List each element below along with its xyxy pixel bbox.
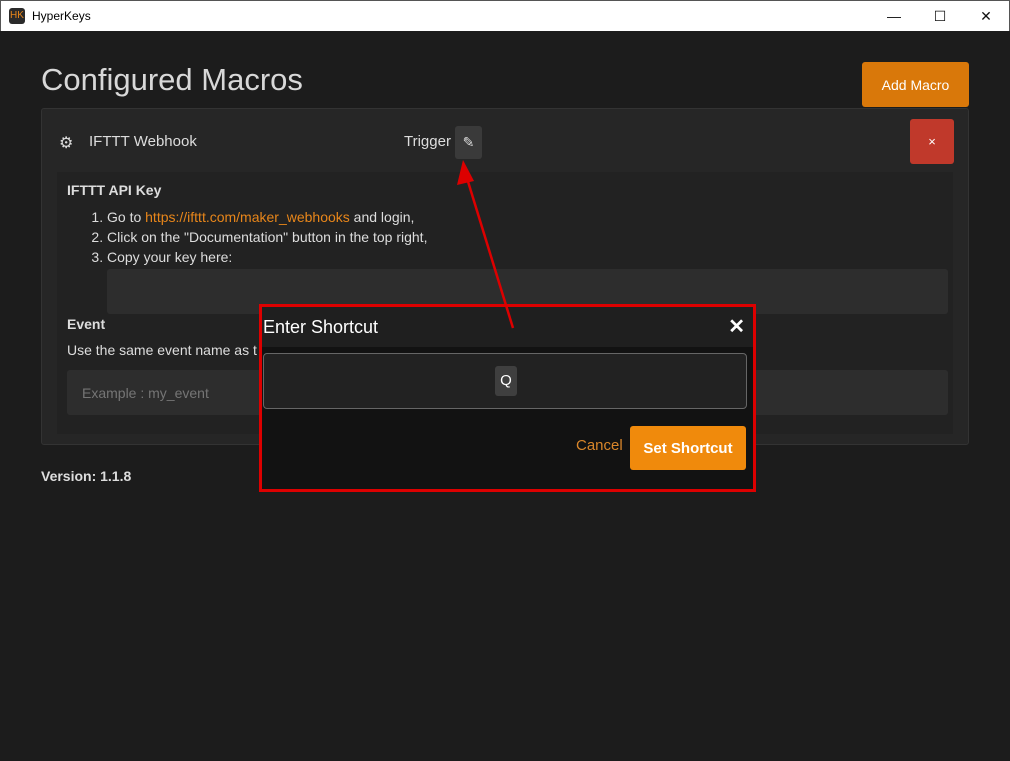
app-logo-icon: HK — [9, 8, 25, 24]
list-item: Click on the "Documentation" button in t… — [107, 227, 427, 247]
close-icon[interactable]: ✕ — [728, 314, 745, 339]
shortcut-input[interactable]: Q — [263, 353, 747, 409]
api-key-label: IFTTT API Key — [67, 182, 162, 198]
delete-macro-button[interactable]: × — [910, 119, 954, 164]
maximize-button[interactable]: ☐ — [917, 8, 963, 25]
set-shortcut-button[interactable]: Set Shortcut — [630, 426, 746, 470]
enter-shortcut-dialog: Enter Shortcut ✕ Q Cancel Set Shortcut — [259, 304, 756, 492]
title-bar: HK HyperKeys — ☐ ✕ — [0, 0, 1010, 31]
list-item: Copy your key here: — [107, 247, 427, 267]
window-title: HyperKeys — [32, 9, 91, 23]
close-window-button[interactable]: ✕ — [963, 8, 1009, 25]
cancel-button[interactable]: Cancel — [576, 437, 623, 454]
version-label: Version: 1.1.8 — [41, 468, 132, 484]
pencil-icon: ✎ — [462, 134, 475, 150]
page-title: Configured Macros — [41, 62, 303, 97]
macro-name: IFTTT Webhook — [89, 133, 197, 150]
minimize-button[interactable]: — — [871, 8, 917, 25]
edit-trigger-button[interactable]: ✎ — [455, 126, 482, 159]
dialog-title: Enter Shortcut — [263, 317, 379, 337]
trigger-label: Trigger — [404, 133, 451, 150]
key-badge: Q — [495, 366, 517, 396]
ifttt-link[interactable]: https://ifttt.com/maker_webhooks — [145, 209, 350, 225]
instructions-list: Go to https://ifttt.com/maker_webhooks a… — [107, 207, 427, 267]
add-macro-button[interactable]: Add Macro — [862, 62, 969, 107]
event-label: Event — [67, 316, 106, 332]
list-item: Go to https://ifttt.com/maker_webhooks a… — [107, 207, 427, 227]
event-description: Use the same event name as t — [67, 342, 257, 358]
gear-icon[interactable]: ⚙ — [59, 133, 73, 153]
